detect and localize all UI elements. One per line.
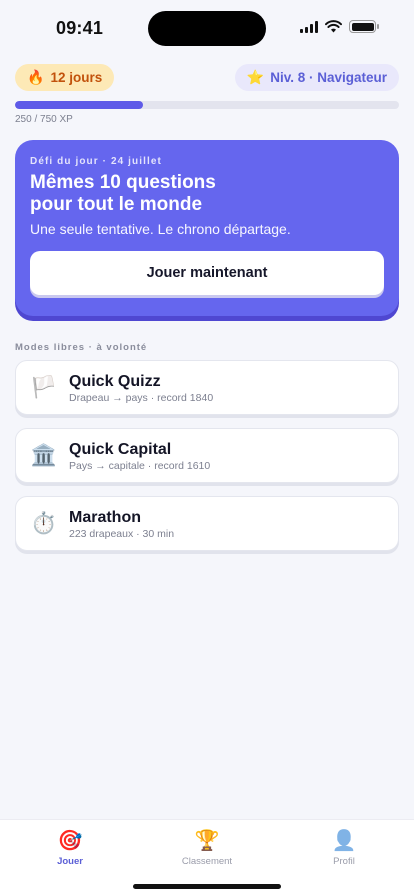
mode-text: Quick Quizz Drapeau → pays · record 1840 <box>69 372 213 404</box>
streak-label: 12 jours <box>50 70 103 85</box>
mode-text: Quick Capital Pays → capitale · record 1… <box>69 440 210 472</box>
mode-text: Marathon 223 drapeaux · 30 min <box>69 508 174 540</box>
daily-title-line1: Mêmes 10 questions <box>30 172 216 193</box>
daily-title-line2: pour tout le monde <box>30 194 203 215</box>
mode-card-quick-capital[interactable]: 🏛️ Quick Capital Pays → capitale · recor… <box>15 428 399 483</box>
mode-card-marathon[interactable]: ⏱️ Marathon 223 drapeaux · 30 min <box>15 496 399 551</box>
status-icons <box>300 20 379 33</box>
dynamic-island <box>148 11 266 46</box>
trophy-icon: 🏆 <box>194 829 220 852</box>
tab-jouer[interactable]: 🎯 Jouer <box>20 828 120 868</box>
tab-classement[interactable]: 🏆 Classement <box>157 828 257 868</box>
wifi-icon <box>325 20 342 33</box>
white-flag-icon: 🏳️ <box>30 375 58 399</box>
xp-progress-fill <box>15 101 143 109</box>
mode-title: Quick Capital <box>69 440 172 458</box>
tab-label: Profil <box>333 856 355 867</box>
daily-title: Mêmes 10 questions pour tout le monde <box>30 172 384 216</box>
cellular-signal-icon <box>300 20 318 33</box>
mode-title: Quick Quizz <box>69 372 161 390</box>
tab-label: Jouer <box>57 856 83 867</box>
status-bar: 09:41 <box>0 0 414 56</box>
daily-challenge-card: Défi du jour · 24 juillet Mêmes 10 quest… <box>15 140 399 316</box>
daily-subtitle: Une seule tentative. Le chrono départage… <box>30 221 291 237</box>
level-badge[interactable]: ⭐ Niv. 8 · Navigateur <box>234 64 399 91</box>
level-label: Niv. 8 · Navigateur <box>270 70 387 85</box>
xp-text: 250 / 750 XP <box>15 114 73 125</box>
tab-profil[interactable]: 👤 Profil <box>294 828 394 868</box>
daily-kicker: Défi du jour · 24 juillet <box>30 156 162 167</box>
star-icon: ⭐ <box>246 69 265 85</box>
profile-icon: 👤 <box>331 829 357 852</box>
fire-icon: 🔥 <box>27 69 45 85</box>
home-indicator <box>133 884 281 889</box>
xp-progress-bar <box>15 101 399 109</box>
mode-subtitle: Pays → capitale · record 1610 <box>69 459 211 472</box>
free-modes-label: Modes libres · à volonté <box>15 342 148 353</box>
mode-subtitle: Drapeau → pays · record 1840 <box>69 391 214 404</box>
battery-icon <box>349 20 379 33</box>
mode-title: Marathon <box>69 508 141 526</box>
stopwatch-icon: ⏱️ <box>30 511 58 535</box>
status-time: 09:41 <box>56 18 104 38</box>
tab-label: Classement <box>181 856 233 867</box>
classical-building-icon: 🏛️ <box>30 443 58 467</box>
play-now-button[interactable]: Jouer maintenant <box>30 251 384 295</box>
streak-badge[interactable]: 🔥 12 jours <box>15 64 115 91</box>
mode-subtitle: 223 drapeaux · 30 min <box>69 527 175 540</box>
mode-card-quick-quizz[interactable]: 🏳️ Quick Quizz Drapeau → pays · record 1… <box>15 360 399 415</box>
target-icon: 🎯 <box>57 829 83 852</box>
